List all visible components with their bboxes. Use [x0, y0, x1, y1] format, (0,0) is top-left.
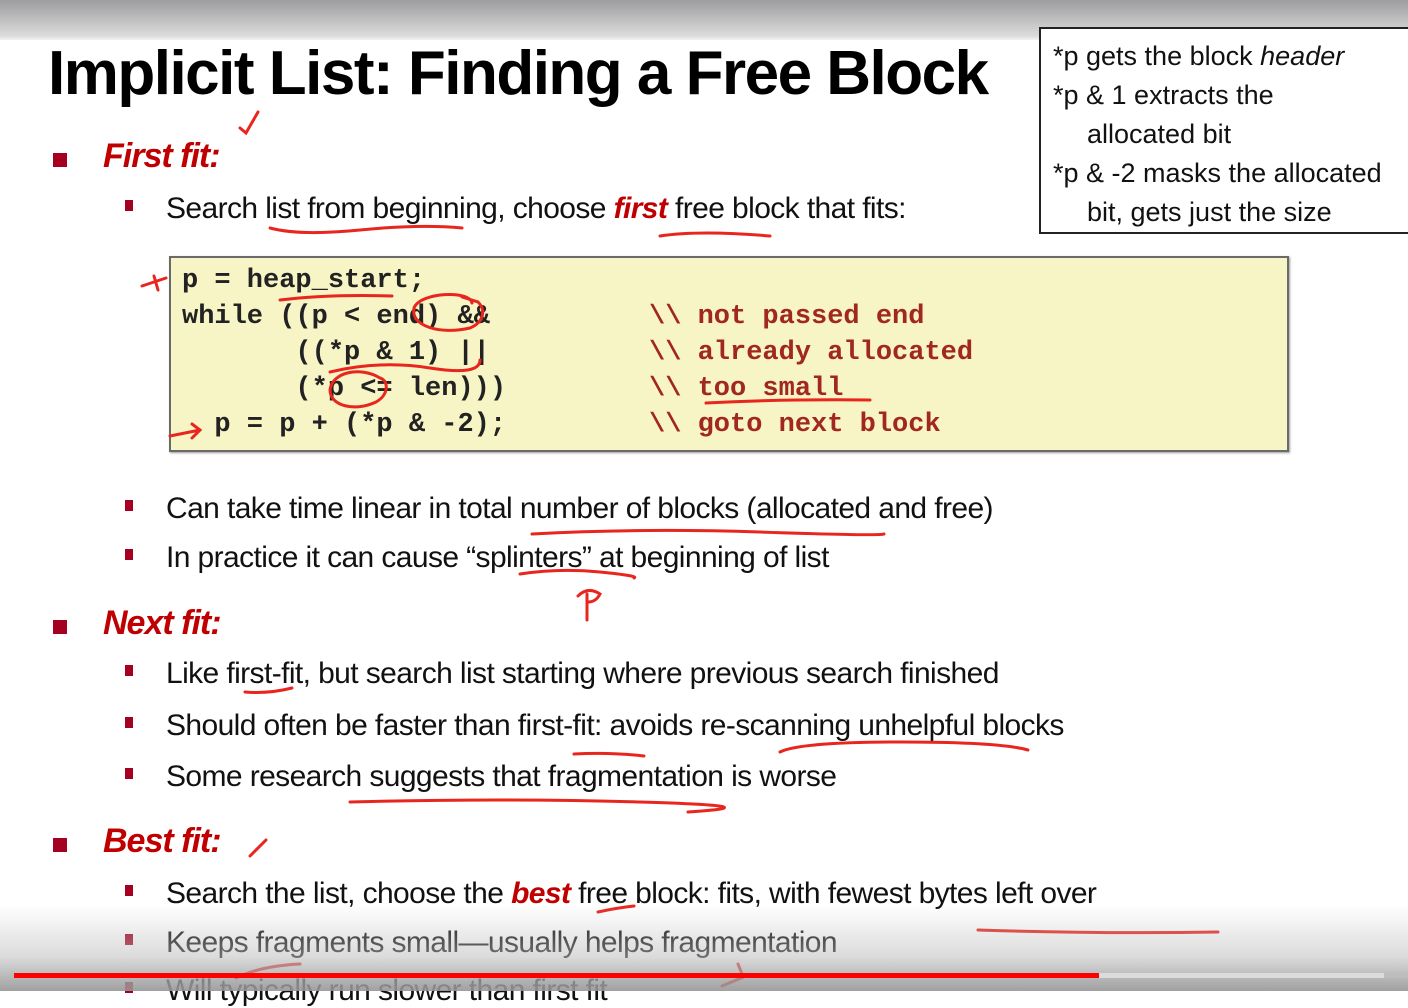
- bullet-text: Should often be faster than first-fit: a…: [166, 709, 1064, 742]
- slide-title: Implicit List: Finding a Free Block: [48, 39, 989, 108]
- code-comment: \\ not passed end: [649, 302, 925, 332]
- sub-bullet-icon: [125, 200, 133, 211]
- section-heading-next-fit: Next fit:: [103, 604, 222, 642]
- code-line: p = heap_start;: [182, 266, 426, 296]
- sub-bullet-icon: [125, 885, 133, 896]
- sub-bullet-icon: [125, 717, 133, 728]
- code-comment: \\ too small: [649, 374, 844, 404]
- bullet-text: In practice it can cause “splinters” at …: [166, 541, 829, 574]
- callout-line: allocated bit: [1087, 119, 1232, 149]
- bullet-square-icon: [53, 620, 67, 634]
- code-block: p = heap_start; while ((p < end) && ((*p…: [169, 256, 1289, 452]
- callout-box: *p gets the block header *p & 1 extracts…: [1039, 27, 1408, 234]
- sub-bullet-icon: [125, 549, 133, 560]
- bullet-square-icon: [53, 153, 67, 167]
- bullet-square-icon: [53, 838, 67, 852]
- code-line: ((*p & 1) ||: [182, 338, 490, 368]
- callout-line: *p & -2 masks the allocated: [1053, 158, 1382, 188]
- sub-bullet-icon: [125, 768, 133, 779]
- bullet-text: Can take time linear in total number of …: [166, 492, 994, 525]
- code-line: p = p + (*p & -2);: [182, 410, 507, 440]
- bullet-text: Like first-fit, but search list starting…: [166, 657, 999, 690]
- video-bottom-gradient: [0, 905, 1408, 991]
- sub-bullet-icon: [125, 500, 133, 511]
- progress-buffer: [1384, 973, 1408, 978]
- video-progress-bar[interactable]: [14, 973, 1408, 978]
- callout-line: *p & 1 extracts the: [1053, 80, 1274, 110]
- section-heading-first-fit: First fit:: [103, 137, 221, 175]
- callout-line: *p gets the block header: [1053, 41, 1345, 71]
- progress-played: [14, 973, 1099, 978]
- code-comment: \\ already allocated: [649, 338, 974, 368]
- code-comment: \\ goto next block: [649, 410, 941, 440]
- code-line: (*p <= len))): [182, 374, 507, 404]
- bullet-text: Some research suggests that fragmentatio…: [166, 760, 837, 793]
- sub-bullet-icon: [125, 665, 133, 676]
- code-line: while ((p < end) &&: [182, 302, 490, 332]
- callout-line: bit, gets just the size: [1087, 197, 1332, 227]
- lecture-slide: Implicit List: Finding a Free Block *p g…: [0, 0, 1408, 1007]
- section-heading-best-fit: Best fit:: [103, 822, 222, 860]
- bullet-text: Search list from beginning, choose first…: [166, 192, 906, 225]
